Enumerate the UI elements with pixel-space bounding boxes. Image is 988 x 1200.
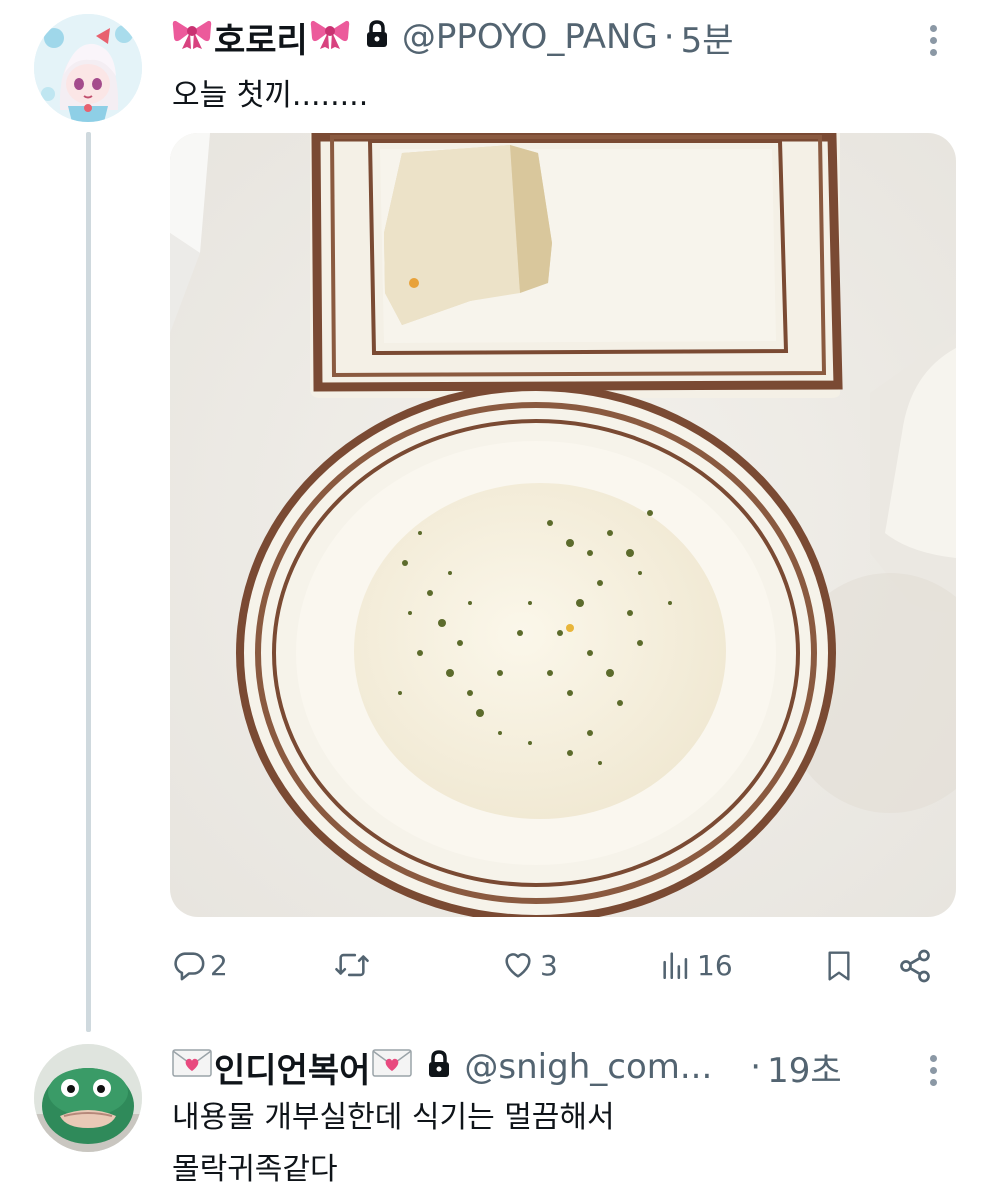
views-button[interactable]: 16: [659, 948, 733, 982]
reply-header: 인디언복어 @snigh_com... · 19초: [172, 1043, 842, 1092]
author-avatar[interactable]: [34, 14, 142, 122]
anime-girl-avatar-icon: [34, 14, 142, 122]
soup-and-bread-photo-icon: [170, 133, 956, 917]
reply-text-line-1: 내용물 개부실한데 식기는 멀끔해서: [172, 1100, 615, 1135]
reply-text-line-2: 몰락귀족같다: [172, 1152, 338, 1187]
reply-author-avatar[interactable]: [34, 1044, 142, 1152]
reply-timestamp[interactable]: 19초: [767, 1043, 842, 1092]
tweet-header: 호로리 @PPOYO_PANG · 5분: [172, 13, 734, 62]
timestamp[interactable]: 5분: [681, 13, 734, 62]
share-button[interactable]: [896, 948, 934, 984]
like-count: 3: [540, 948, 558, 982]
separator-dot: ·: [663, 17, 675, 57]
reply-author-name[interactable]: 인디언복어: [214, 1043, 370, 1092]
love-letter-icon: [172, 1047, 212, 1088]
tweet-text: 오늘 첫끼........: [172, 78, 369, 113]
author-name[interactable]: 호로리: [214, 13, 308, 62]
like-button[interactable]: 3: [500, 948, 558, 982]
reply-button[interactable]: 2: [172, 948, 228, 982]
views-count: 16: [697, 948, 733, 982]
bookmark-button[interactable]: [823, 948, 855, 984]
reply-count: 2: [210, 948, 228, 982]
ribbon-icon: [172, 16, 212, 59]
lock-icon: [428, 1047, 450, 1087]
bookmark-icon: [823, 948, 855, 984]
heart-icon: [500, 948, 536, 982]
separator-dot: ·: [750, 1047, 762, 1087]
more-options-icon[interactable]: [928, 1050, 938, 1091]
green-fish-plush-avatar-icon: [34, 1044, 142, 1152]
retweet-button[interactable]: [333, 948, 371, 982]
bar-chart-icon: [659, 948, 693, 982]
lock-icon: [366, 17, 388, 57]
thread-connector-line: [86, 132, 91, 1032]
ribbon-icon: [310, 16, 350, 59]
love-letter-icon: [372, 1047, 413, 1088]
reply-icon: [172, 948, 206, 982]
more-options-icon[interactable]: [928, 20, 938, 61]
reply-author-handle[interactable]: @snigh_com...: [464, 1047, 712, 1087]
retweet-icon: [333, 948, 371, 982]
share-icon: [896, 948, 934, 984]
tweet-photo[interactable]: [170, 133, 956, 917]
author-handle[interactable]: @PPOYO_PANG: [402, 17, 658, 57]
